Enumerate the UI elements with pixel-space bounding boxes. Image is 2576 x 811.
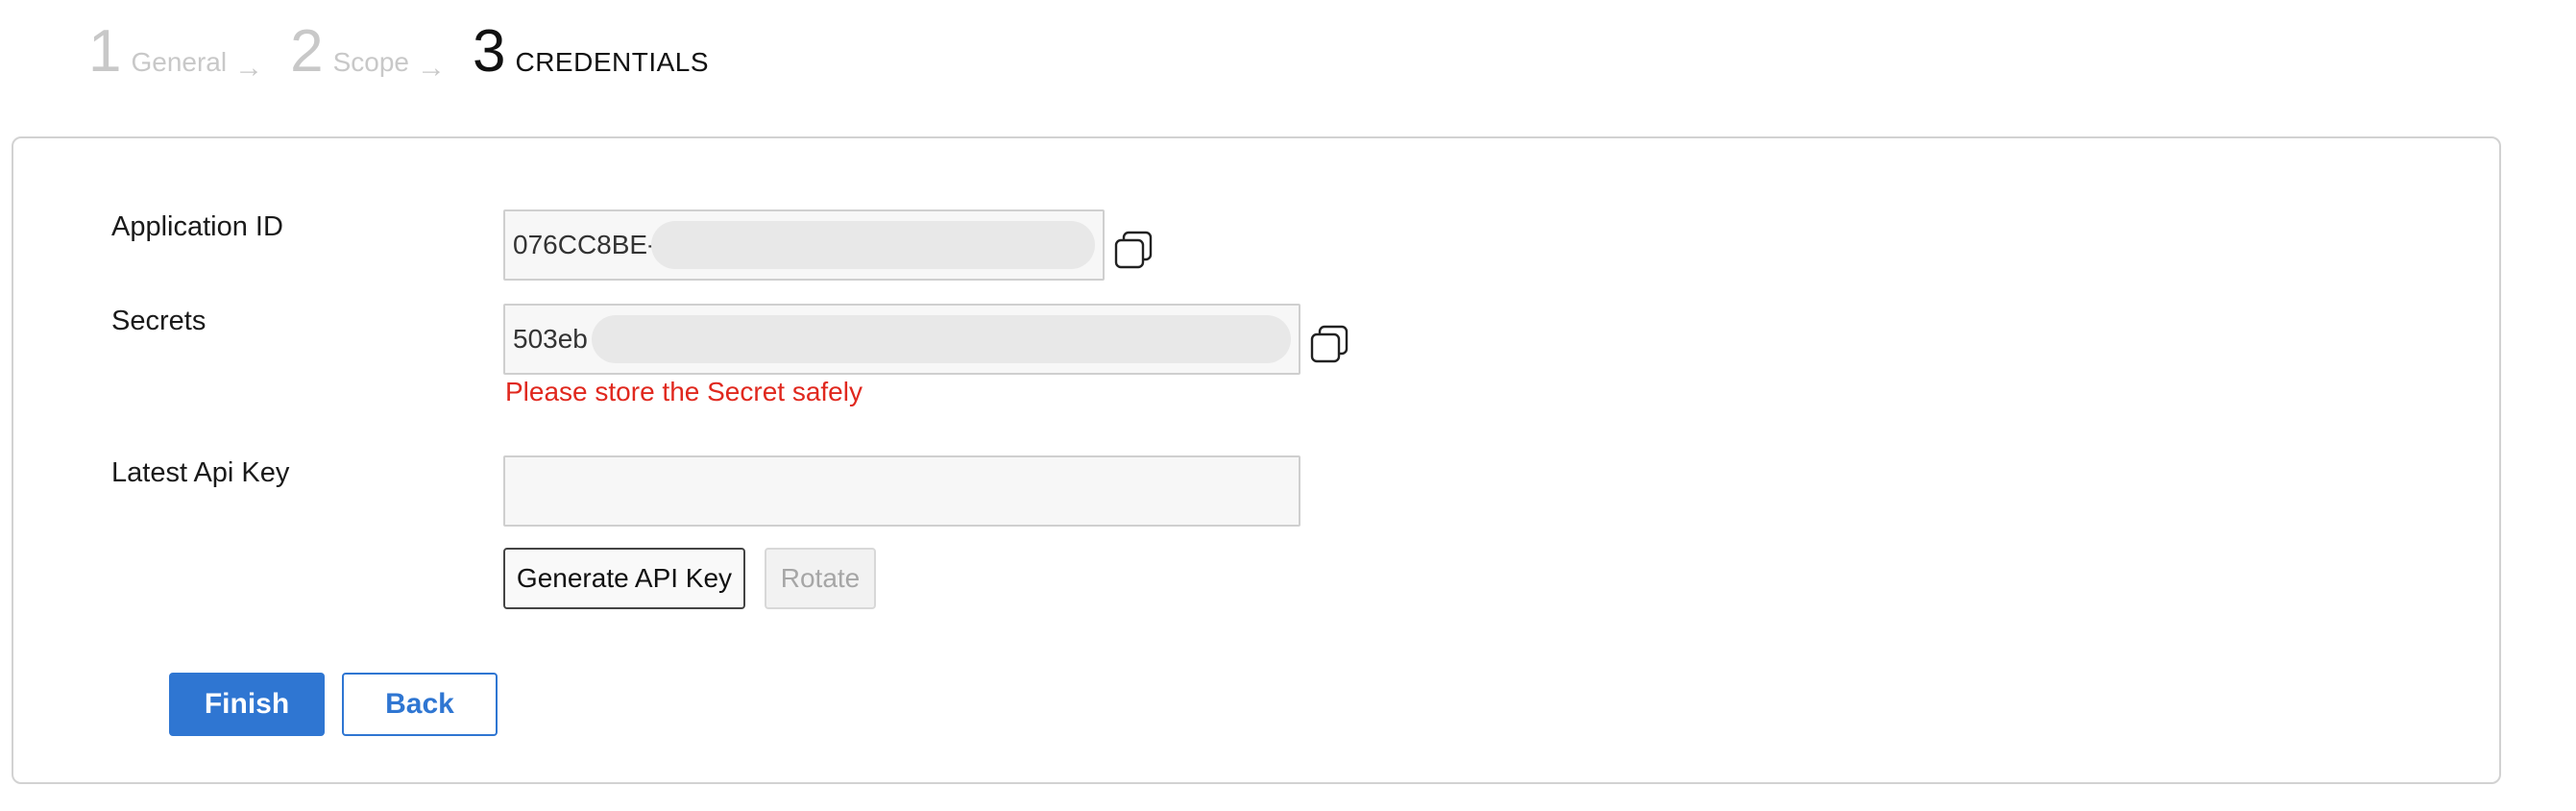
application-id-label: Application ID (111, 211, 283, 242)
step-label: General (131, 47, 228, 77)
arrow-right-icon: → (234, 52, 264, 84)
generate-api-key-button[interactable]: Generate API Key (503, 548, 745, 609)
secrets-value: 503eb (513, 324, 588, 354)
finish-button[interactable]: Finish (169, 673, 325, 736)
step-number: 3 (473, 18, 506, 85)
step-number: 1 (88, 18, 122, 85)
step-credentials: 3 CREDENTIALS (473, 13, 709, 90)
application-id-value: 076CC8BE- (513, 230, 657, 259)
application-id-field[interactable]: 076CC8BE- (503, 209, 1105, 281)
step-label: CREDENTIALS (515, 47, 710, 77)
secrets-label: Secrets (111, 306, 207, 336)
step-label: Scope (332, 47, 409, 77)
latest-api-key-label: Latest Api Key (111, 457, 290, 488)
arrow-right-icon: → (417, 52, 446, 84)
step-number: 2 (290, 18, 324, 85)
credentials-card: Application ID 076CC8BE- Secrets 503eb P… (12, 136, 2501, 784)
redaction-mask (651, 221, 1095, 269)
back-button[interactable]: Back (342, 673, 498, 736)
redaction-mask (592, 315, 1291, 363)
step-general[interactable]: 1 General → (88, 13, 263, 90)
wizard-stepper: 1 General → 2 Scope → 3 CREDENTIALS (88, 13, 736, 90)
copy-icon[interactable] (1112, 229, 1154, 271)
step-scope[interactable]: 2 Scope → (290, 13, 446, 90)
rotate-button: Rotate (765, 548, 876, 609)
latest-api-key-field[interactable] (503, 455, 1300, 527)
secret-warning-text: Please store the Secret safely (505, 377, 863, 406)
secrets-field[interactable]: 503eb (503, 304, 1300, 375)
copy-icon[interactable] (1308, 323, 1350, 365)
